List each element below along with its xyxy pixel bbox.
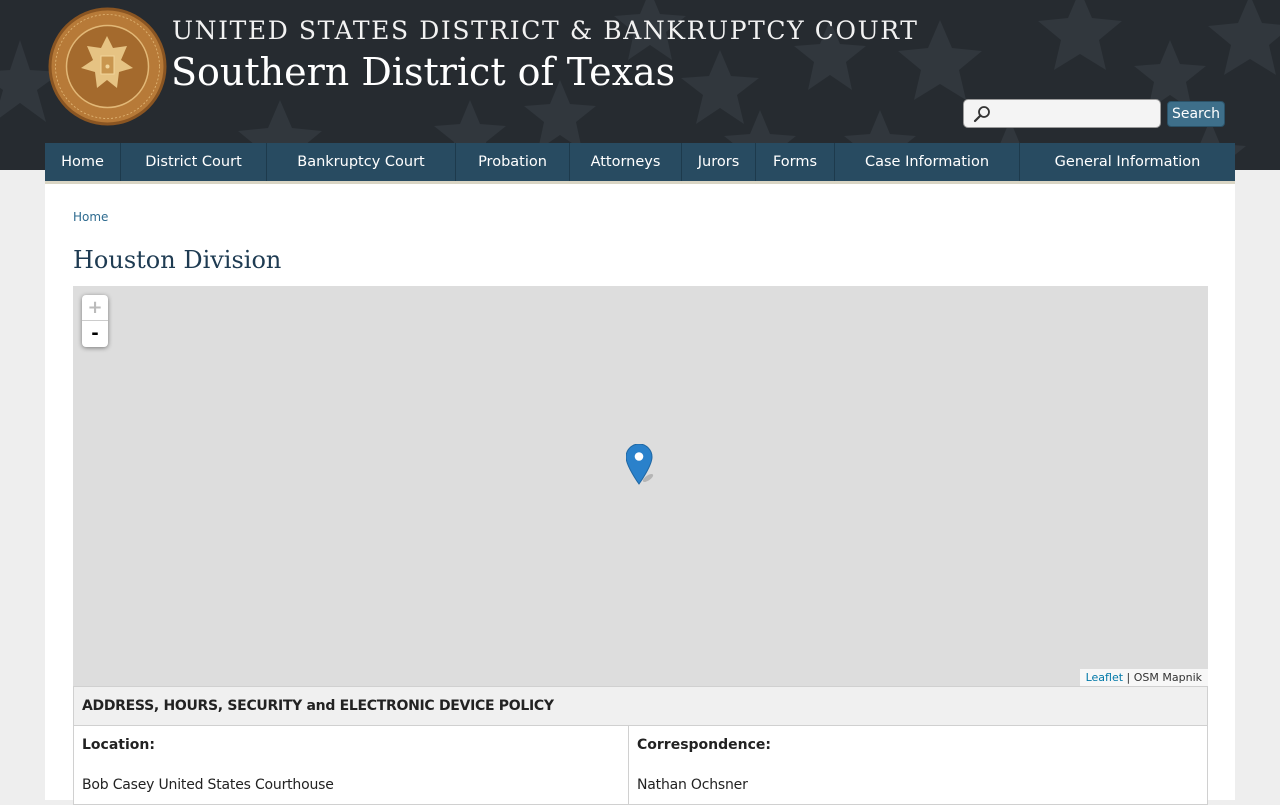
map-view[interactable]: + - Leaflet | OSM Mapnik [73, 286, 1208, 686]
nav-item-district-court[interactable]: District Court [121, 143, 267, 181]
search-field-container[interactable] [963, 99, 1161, 128]
attribution-separator: | [1126, 671, 1131, 684]
location-cell: Location: Bob Casey United States Courth… [73, 725, 629, 805]
nav-item-probation[interactable]: Probation [456, 143, 570, 181]
nav-item-case-information[interactable]: Case Information [835, 143, 1020, 181]
map-attribution: Leaflet | OSM Mapnik [1079, 669, 1208, 686]
nav-item-general-information[interactable]: General Information [1020, 143, 1235, 181]
correspondence-cell: Correspondence: Nathan Ochsner [628, 725, 1208, 805]
nav-item-home[interactable]: Home [45, 143, 121, 181]
nav-item-attorneys[interactable]: Attorneys [570, 143, 682, 181]
nav-item-bankruptcy-court[interactable]: Bankruptcy Court [267, 143, 456, 181]
court-seal-icon[interactable] [47, 6, 168, 127]
search-button[interactable]: Search [1167, 101, 1225, 127]
main-navigation: Home District Court Bankruptcy Court Pro… [45, 143, 1235, 181]
correspondence-label: Correspondence: [637, 737, 772, 753]
location-label: Location: [82, 737, 155, 753]
info-table-heading: ADDRESS, HOURS, SECURITY and ELECTRONIC … [73, 686, 1208, 726]
zoom-out-button[interactable]: - [82, 321, 108, 347]
search-icon [973, 106, 990, 123]
attribution-source: OSM Mapnik [1133, 671, 1202, 684]
court-name-line2[interactable]: Southern District of Texas [171, 50, 675, 94]
leaflet-link[interactable]: Leaflet [1086, 671, 1123, 684]
nav-item-jurors[interactable]: Jurors [682, 143, 756, 181]
court-name-line1[interactable]: UNITED STATES DISTRICT & BANKRUPTCY COUR… [172, 16, 919, 45]
breadcrumb-home[interactable]: Home [73, 210, 108, 224]
search-input[interactable] [996, 103, 1158, 125]
correspondence-value: Nathan Ochsner [637, 777, 748, 793]
page-title: Houston Division [73, 246, 282, 274]
main-content: Home Houston Division + - Leaflet | OSM … [45, 184, 1235, 805]
map-marker-icon[interactable] [626, 444, 670, 488]
location-value: Bob Casey United States Courthouse [82, 777, 334, 793]
nav-item-forms[interactable]: Forms [756, 143, 835, 181]
zoom-in-button[interactable]: + [82, 295, 108, 321]
zoom-control: + - [82, 295, 108, 347]
